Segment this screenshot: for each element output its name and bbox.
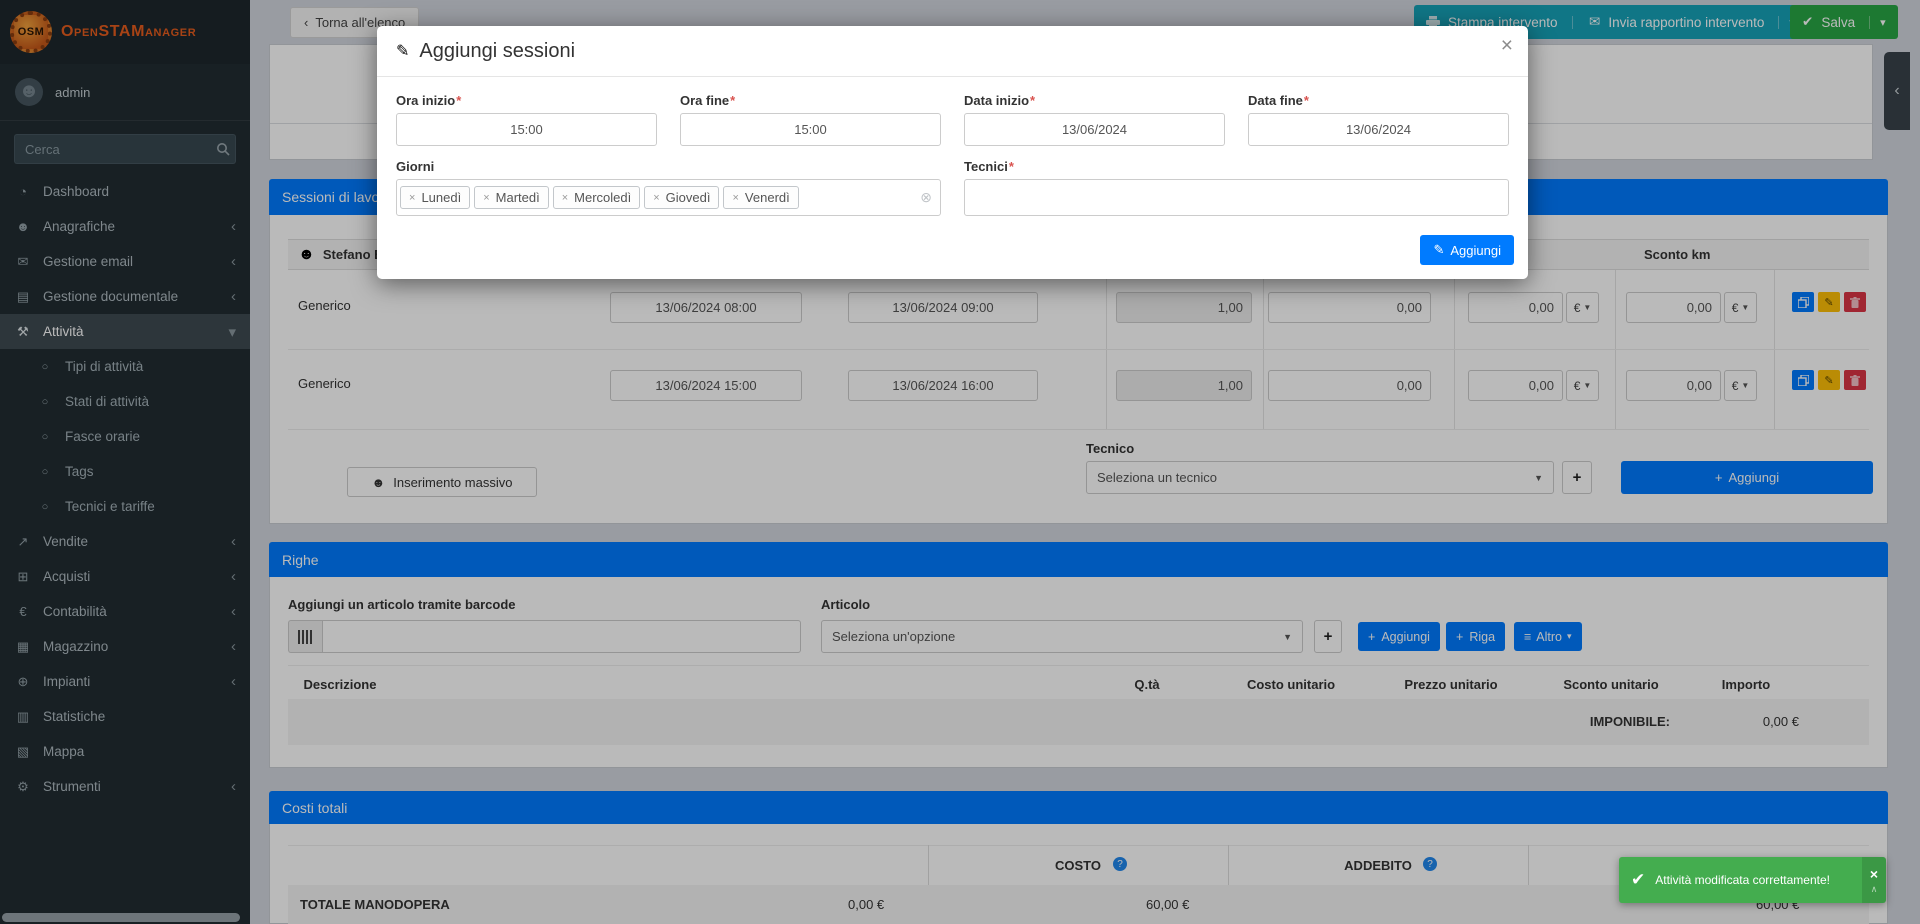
day-tag-giovedi[interactable]: ×Giovedì — [644, 186, 719, 209]
giorni-label: Giorni — [396, 159, 941, 174]
clear-days-icon[interactable]: ⊗ — [920, 189, 932, 206]
add-sessions-modal: ✎ Aggiungi sessioni × Ora inizio* Ora fi… — [377, 26, 1528, 279]
remove-tag-icon[interactable]: × — [732, 192, 738, 204]
ora-fine-label: Ora fine* — [680, 93, 941, 108]
data-fine-label: Data fine* — [1248, 93, 1509, 108]
day-tag-lunedi[interactable]: ×Lunedì — [400, 186, 470, 209]
modal-submit-label: Aggiungi — [1450, 243, 1501, 258]
pencil-icon: ✎ — [396, 41, 409, 61]
toast-message: Attività modificata correttamente! — [1655, 873, 1862, 887]
close-icon: × — [1870, 866, 1878, 882]
modal-header: ✎ Aggiungi sessioni — [377, 26, 1528, 77]
tecnici-label: Tecnici* — [964, 159, 1509, 174]
day-tag-martedi[interactable]: ×Martedì — [474, 186, 549, 209]
check-icon: ✔ — [1619, 870, 1655, 890]
data-inizio-label: Data inizio* — [964, 93, 1225, 108]
tecnici-input[interactable] — [964, 179, 1509, 216]
required-asterisk: * — [730, 93, 735, 108]
ora-inizio-label: Ora inizio* — [396, 93, 657, 108]
modal-submit-button[interactable]: ✎ Aggiungi — [1420, 235, 1514, 265]
required-asterisk: * — [1009, 159, 1014, 174]
ora-fine-input[interactable] — [680, 113, 941, 146]
modal-title: Aggiungi sessioni — [419, 40, 575, 63]
required-asterisk: * — [1304, 93, 1309, 108]
chevron-up-icon: ∧ — [1871, 884, 1878, 895]
data-inizio-input[interactable] — [964, 113, 1225, 146]
success-toast[interactable]: ✔ Attività modificata correttamente! × ∧ — [1619, 857, 1886, 903]
giorni-multiselect[interactable]: ×Lunedì ×Martedì ×Mercoledì ×Giovedì ×Ve… — [396, 179, 941, 216]
modal-body: Ora inizio* Ora fine* Data inizio* Data … — [377, 77, 1528, 216]
day-tag-mercoledi[interactable]: ×Mercoledì — [553, 186, 641, 209]
remove-tag-icon[interactable]: × — [653, 192, 659, 204]
remove-tag-icon[interactable]: × — [562, 192, 568, 204]
pencil-square-icon: ✎ — [1433, 242, 1444, 258]
modal-close-button[interactable]: × — [1501, 34, 1513, 58]
toast-close-button[interactable]: × ∧ — [1862, 857, 1886, 903]
remove-tag-icon[interactable]: × — [483, 192, 489, 204]
required-asterisk: * — [456, 93, 461, 108]
day-tag-venerdi[interactable]: ×Venerdì — [723, 186, 798, 209]
data-fine-input[interactable] — [1248, 113, 1509, 146]
remove-tag-icon[interactable]: × — [409, 192, 415, 204]
ora-inizio-input[interactable] — [396, 113, 657, 146]
required-asterisk: * — [1030, 93, 1035, 108]
